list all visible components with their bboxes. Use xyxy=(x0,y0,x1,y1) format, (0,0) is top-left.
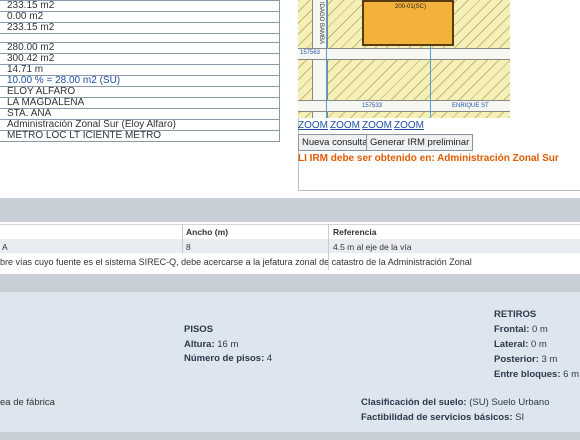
section-header-bar xyxy=(0,274,580,292)
vias-table-header xyxy=(0,224,580,240)
attr-value: LA MAGDALENA xyxy=(0,97,280,109)
vias-row-width: 8 xyxy=(186,242,191,252)
retiro-posterior-label: Posterior: xyxy=(494,354,539,365)
generate-irm-button[interactable]: Generar IRM preliminar xyxy=(366,134,474,151)
zoom-link[interactable]: ZOOM xyxy=(362,120,392,131)
attr-value: 233.15 m2 xyxy=(0,0,280,12)
retiros-title: RETIROS xyxy=(494,309,537,320)
map-street-label: ENRIQUE ST xyxy=(452,103,489,109)
zoom-link[interactable]: ZOOM xyxy=(330,120,360,131)
attr-value: 300.42 m2 xyxy=(0,53,280,65)
attr-value: ELOY ALFARO xyxy=(0,86,280,98)
zoom-links: ZOOM ZOOM ZOOM ZOOM xyxy=(298,120,426,131)
services-feasibility-label: Factibilidad de servicios básicos: xyxy=(361,412,513,423)
section-header-bar xyxy=(0,198,580,222)
vias-header-reference: Referencia xyxy=(333,227,377,237)
building-info-section xyxy=(0,292,580,432)
map-street-name: IDAGO BAMBA xyxy=(318,2,324,45)
attr-value: 233.15 m2 xyxy=(0,22,280,34)
pisos-count-value: 4 xyxy=(266,353,273,364)
attr-value xyxy=(0,33,280,43)
retiro-frontal-label: Frontal: xyxy=(494,324,530,335)
services-feasibility-value: SI xyxy=(515,412,525,423)
map-lot-label: 200-01(SC) xyxy=(395,4,427,10)
map-street-horizontal xyxy=(298,48,510,60)
retiro-frontal-value: 0 m xyxy=(532,324,548,335)
retiro-posterior-value: 3 m xyxy=(541,354,558,365)
column-divider xyxy=(328,254,329,270)
pisos-title: PISOS xyxy=(184,324,214,335)
irm-warning: LI IRM debe ser obtenido en: Administrac… xyxy=(298,153,559,164)
zoom-link[interactable]: ZOOM xyxy=(394,120,424,131)
attr-value: METRO LOC LT ICIENTE METRO xyxy=(0,130,280,142)
map-coordinate-label: 157563 xyxy=(300,50,321,56)
services-feasibility: Factibilidad de servicios básicos: SI xyxy=(361,412,524,423)
pisos-height-value: 16 m xyxy=(217,339,239,350)
column-divider xyxy=(182,224,183,254)
retiro-entre-bloques: Entre bloques: 6 m xyxy=(494,369,580,380)
attr-value: 0.00 m2 xyxy=(0,11,280,23)
retiro-posterior: Posterior: 3 m xyxy=(494,354,557,365)
pisos-count: Número de pisos: 4 xyxy=(184,353,272,364)
soil-classification: Clasificación del suelo: (SU) Suelo Urba… xyxy=(361,397,550,408)
retiro-lateral-label: Lateral: xyxy=(494,339,529,350)
vias-note: bre vías cuyo fuente es el sistema SIREC… xyxy=(0,257,472,267)
section-footer-bar xyxy=(0,432,580,440)
attr-value-link[interactable]: 10.00 % = 28.00 m2 (SU) xyxy=(0,75,280,87)
retiro-lateral: Lateral: 0 m xyxy=(494,339,547,350)
table-row xyxy=(0,239,580,253)
pisos-height-label: Altura: xyxy=(184,339,215,350)
map-boundary-line xyxy=(326,0,327,118)
retiro-lateral-value: 0 m xyxy=(530,339,547,350)
new-query-button[interactable]: Nueva consulta xyxy=(298,134,372,151)
column-divider xyxy=(328,224,329,254)
pisos-height: Altura: 16 m xyxy=(184,339,238,350)
pisos-count-label: Número de pisos: xyxy=(184,353,265,364)
attributes-table: 233.15 m2 0.00 m2 233.15 m2 280.00 m2 30… xyxy=(0,0,280,142)
soil-classification-label: Clasificación del suelo: xyxy=(361,397,467,408)
map-coordinate-label: 157533 xyxy=(362,103,383,109)
attr-value: 14.71 m xyxy=(0,64,280,76)
attr-value: Administración Zonal Sur (Eloy Alfaro) xyxy=(0,119,280,131)
retiro-entre-label: Entre bloques: xyxy=(494,369,561,380)
vias-header-width: Ancho (m) xyxy=(186,227,229,237)
attr-value: 280.00 m2 xyxy=(0,42,280,54)
retiro-entre-value: 6 m xyxy=(563,369,579,380)
vias-row-name: A xyxy=(2,242,8,252)
retiro-frontal: Frontal: 0 m xyxy=(494,324,548,335)
soil-classification-value: (SU) Suelo Urbano xyxy=(469,397,550,408)
attr-value: STA. ANA xyxy=(0,108,280,120)
vias-row-reference: 4.5 m al eje de la vía xyxy=(333,242,412,252)
zoom-link[interactable]: ZOOM xyxy=(298,120,328,131)
fabrica-text: ea de fábrica xyxy=(0,397,55,408)
